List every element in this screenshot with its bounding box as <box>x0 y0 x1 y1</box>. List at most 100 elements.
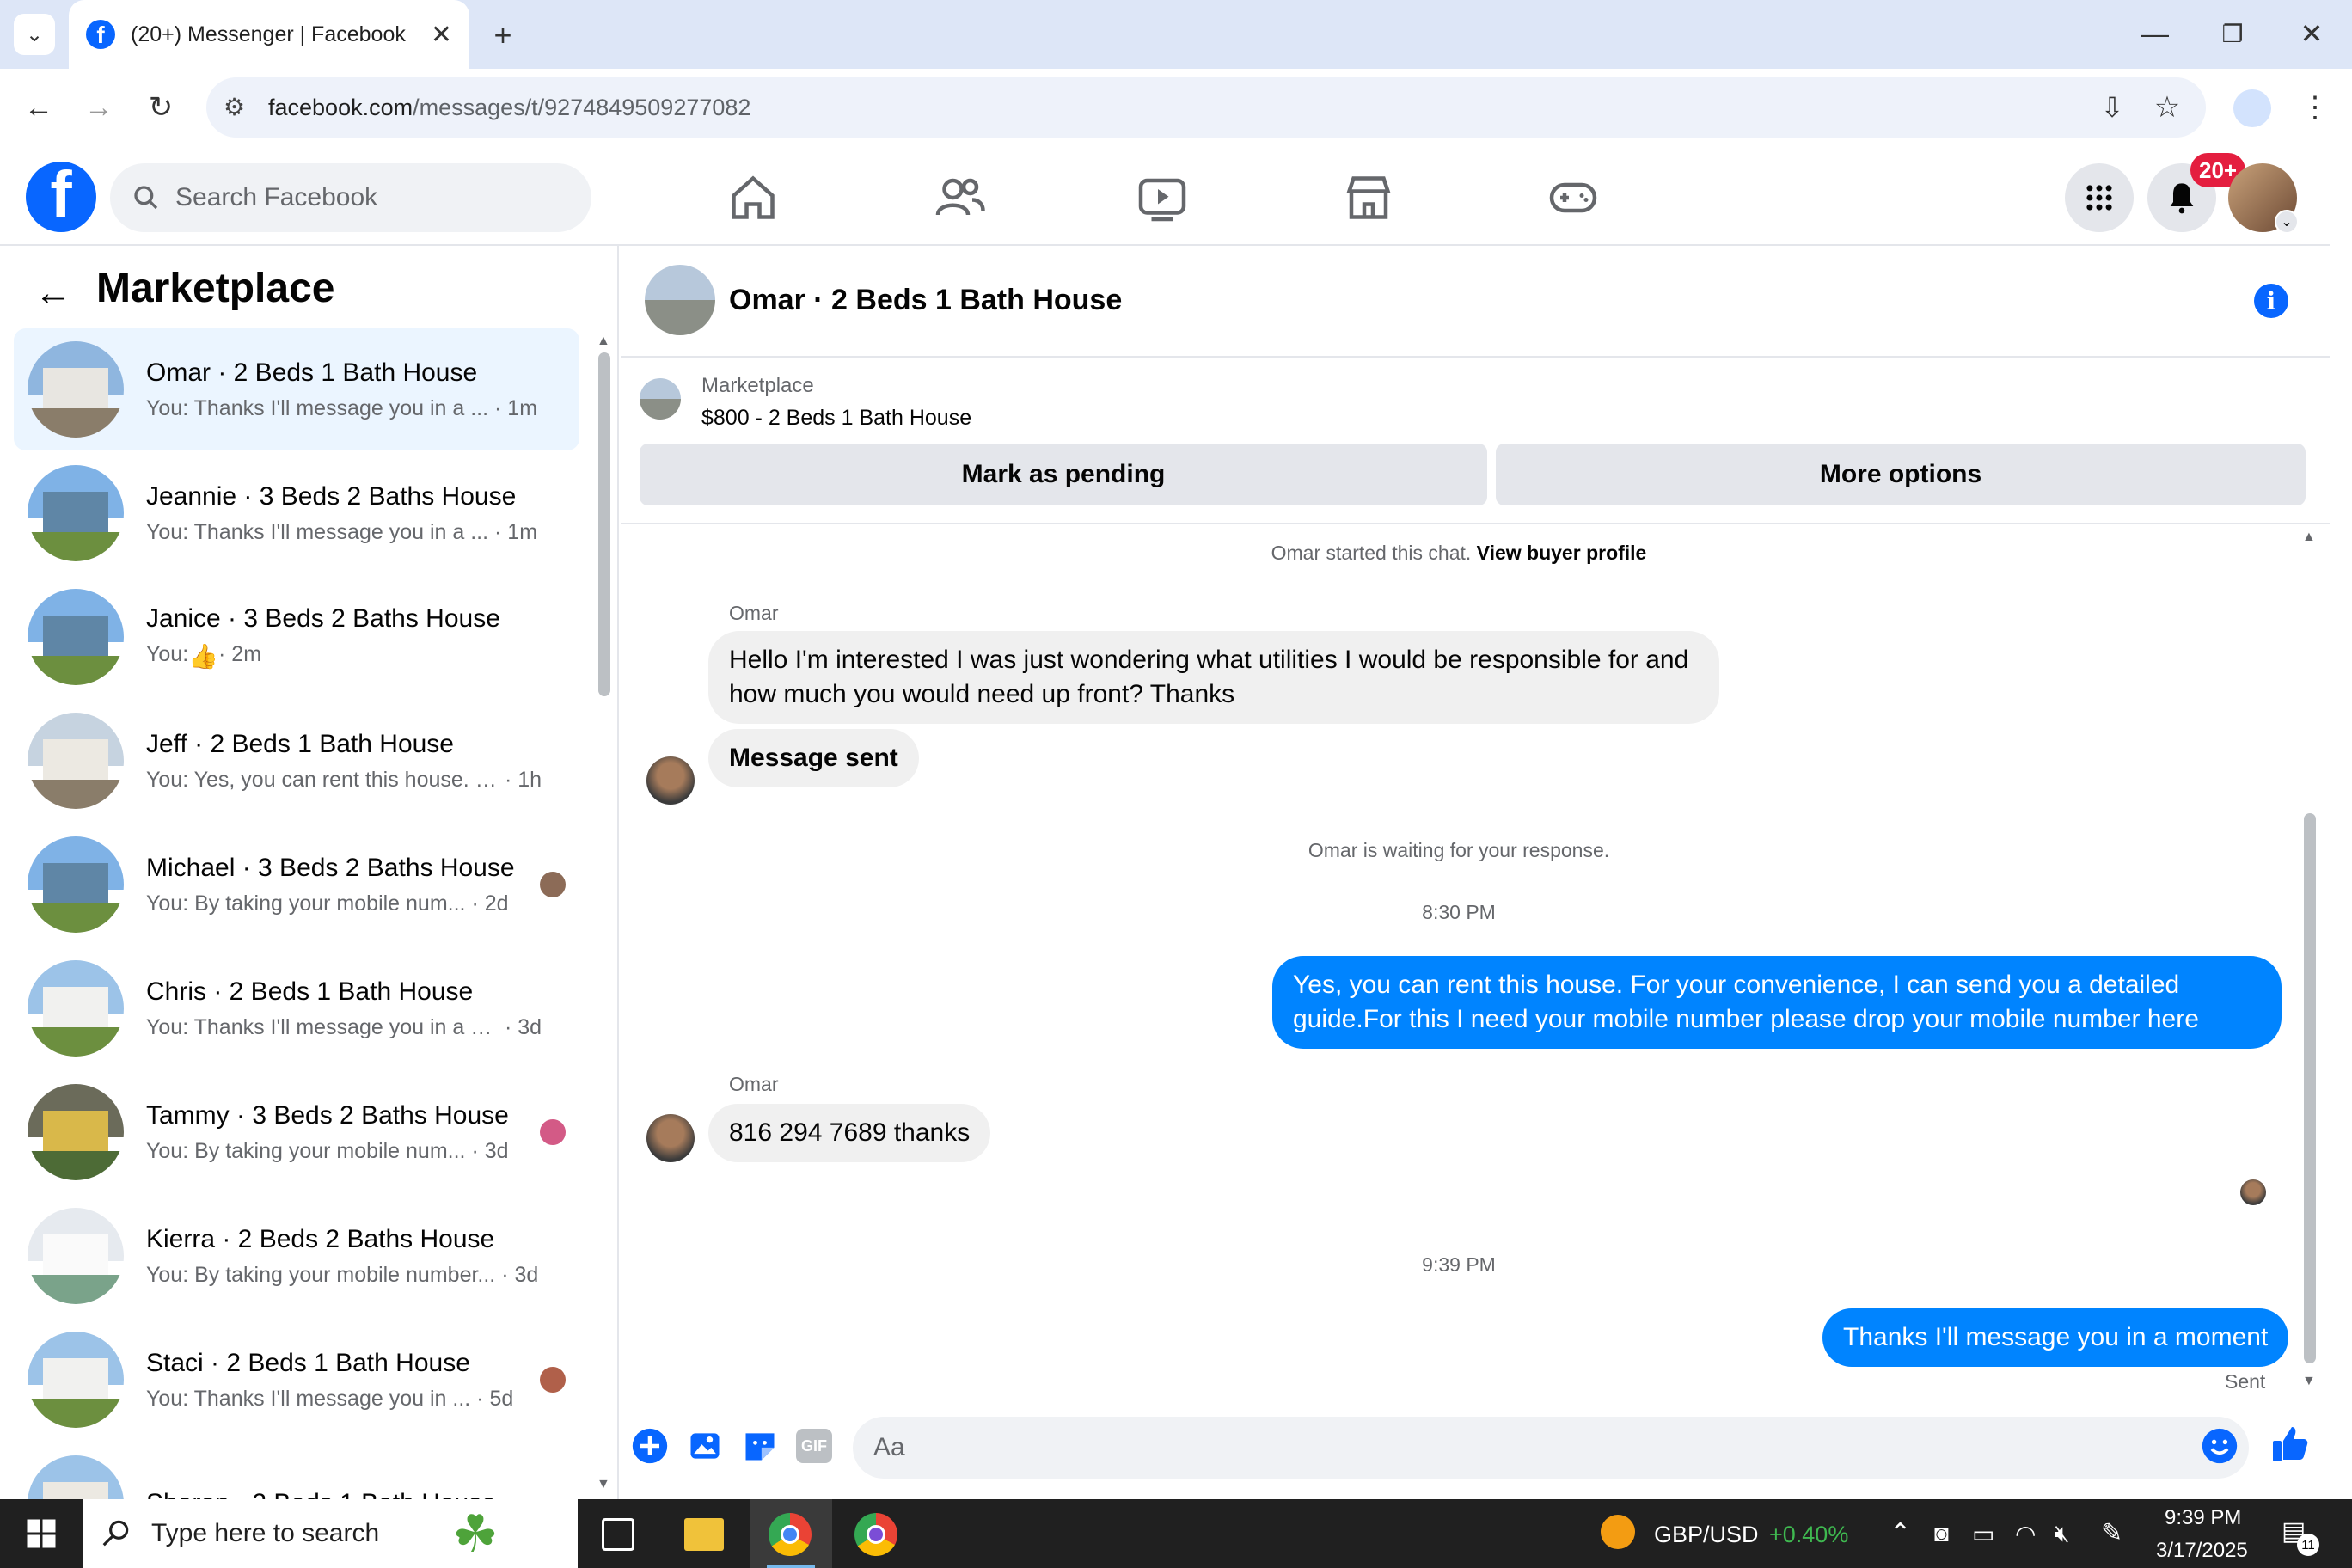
minimize-window-button[interactable]: — <box>2134 12 2177 55</box>
plus-circle-icon[interactable] <box>631 1427 669 1465</box>
restore-window-button[interactable]: ❐ <box>2211 12 2254 55</box>
conversation-item[interactable]: Tammy · 3 Beds 2 Baths House You: By tak… <box>14 1071 579 1193</box>
incoming-message[interactable]: 816 294 7689 thanks <box>708 1104 991 1162</box>
conversation-preview: You: Yes, you can rent this house. F... <box>146 767 499 792</box>
conversation-name: Jeannie · 3 Beds 2 Baths House <box>146 481 517 511</box>
taskbar-chrome-active[interactable] <box>750 1499 832 1568</box>
conversation-time: · 1m <box>494 519 538 544</box>
home-icon[interactable] <box>727 172 779 224</box>
conversation-name: Tammy · 3 Beds 2 Baths House <box>146 1100 509 1130</box>
facebook-logo-icon[interactable]: f <box>26 162 96 232</box>
task-view-icon[interactable] <box>602 1518 634 1551</box>
site-info-icon[interactable]: ⚙ <box>224 93 245 121</box>
profile-icon[interactable] <box>2233 89 2271 127</box>
conversation-item[interactable]: Sharon · 2 Beds 1 Bath House <box>14 1442 579 1499</box>
thumbs-up-icon: 👍 <box>188 642 219 670</box>
tab-search-icon[interactable]: ⌄ <box>14 14 55 55</box>
conversation-item[interactable]: Jeannie · 3 Beds 2 Baths House You: Than… <box>14 452 579 574</box>
taskbar-search-input[interactable]: Type here to search ☘ <box>83 1499 578 1568</box>
marketplace-icon[interactable] <box>1343 172 1394 224</box>
bookmark-star-icon[interactable]: ☆ <box>2146 86 2189 129</box>
friends-icon[interactable] <box>934 172 985 224</box>
facebook-search-input[interactable]: Search Facebook <box>110 163 591 232</box>
back-arrow-icon[interactable]: ← <box>34 272 72 315</box>
sticker-icon[interactable] <box>741 1427 779 1465</box>
conversation-list-scrollbar[interactable] <box>598 352 610 696</box>
browser-tab-messenger[interactable]: f (20+) Messenger | Facebook ✕ <box>69 0 469 69</box>
windows-start-icon[interactable] <box>26 1518 57 1549</box>
conversation-name: Omar · 2 Beds 1 Bath House <box>146 358 478 387</box>
info-icon[interactable]: i <box>2254 284 2288 318</box>
timestamp: 9:39 PM <box>1422 1253 1496 1276</box>
conversation-item[interactable]: Jeff · 2 Beds 1 Bath House You: Yes, you… <box>14 700 579 822</box>
sender-avatar[interactable] <box>646 756 695 805</box>
listing-price[interactable]: $800 - 2 Beds 1 Bath House <box>701 406 971 431</box>
chrome-center-icon <box>781 1525 799 1544</box>
show-hidden-icons-chevron-up-icon[interactable]: ⌃ <box>1890 1518 1911 1548</box>
message-input-placeholder: Aa <box>873 1433 905 1461</box>
outgoing-message[interactable]: Yes, you can rent this house. For your c… <box>1272 956 2282 1049</box>
more-options-button[interactable]: More options <box>1496 444 2306 505</box>
battery-icon[interactable]: ▭ <box>1972 1520 1994 1548</box>
incoming-message[interactable]: Hello I'm interested I was just wonderin… <box>708 631 1719 724</box>
url-host: facebook.com <box>268 94 413 120</box>
conversation-preview: You: Thanks I'll message you in ... <box>146 1386 471 1411</box>
listing-thumbnail <box>28 1332 124 1428</box>
conversation-item[interactable]: Michael · 3 Beds 2 Baths House You: By t… <box>14 824 579 946</box>
account-chevron-down-icon[interactable]: ⌄ <box>2275 210 2299 234</box>
chat-scroll-down-icon[interactable]: ▼ <box>2302 1374 2316 1389</box>
emoji-icon[interactable] <box>2201 1427 2239 1465</box>
taskbar-search-placeholder: Type here to search <box>151 1519 380 1547</box>
menu-grid-button[interactable] <box>2065 163 2134 232</box>
conversation-item[interactable]: Kierra · 2 Beds 2 Baths House You: By ta… <box>14 1195 579 1317</box>
sender-avatar[interactable] <box>646 1114 695 1162</box>
pen-icon[interactable]: ✎ <box>2101 1518 2122 1548</box>
conversation-item[interactable]: Omar · 2 Beds 1 Bath House You: Thanks I… <box>14 328 579 450</box>
conversation-time: · 3d <box>501 1262 539 1287</box>
new-tab-button[interactable]: + <box>481 14 524 57</box>
gif-icon[interactable]: GIF <box>796 1429 832 1463</box>
conversation-preview: You: Thanks I'll message you in a m... <box>146 1014 499 1039</box>
address-bar[interactable]: ⚙ facebook.com/messages/t/92748495092770… <box>206 77 2206 138</box>
incoming-message[interactable]: Message sent <box>708 729 919 787</box>
mark-as-pending-button[interactable]: Mark as pending <box>640 444 1487 505</box>
wifi-icon[interactable]: ◠ <box>2015 1520 2036 1548</box>
chat-title[interactable]: Omar · 2 Beds 1 Bath House <box>729 284 1122 317</box>
file-explorer-icon[interactable] <box>684 1518 724 1551</box>
gaming-icon[interactable] <box>1547 172 1599 224</box>
thumbs-up-send-icon[interactable] <box>2269 1424 2311 1465</box>
video-icon[interactable] <box>1136 172 1188 224</box>
listing-avatar <box>640 378 681 420</box>
volume-muted-icon[interactable]: 🔇︎ <box>2055 1520 2070 1548</box>
chat-scroll-up-icon[interactable]: ▲ <box>2302 530 2316 545</box>
scroll-down-icon[interactable]: ▼ <box>597 1477 610 1492</box>
conversation-item[interactable]: Janice · 3 Beds 2 Baths House You: 👍 · 2m <box>14 576 579 698</box>
clock-date[interactable]: 3/17/2025 <box>2156 1539 2248 1563</box>
scroll-up-icon[interactable]: ▲ <box>597 334 610 349</box>
forward-icon[interactable]: → <box>77 86 120 129</box>
waiting-notice: Omar is waiting for your response. <box>1308 839 1610 861</box>
install-app-icon[interactable]: ⇩ <box>2091 86 2134 129</box>
conversation-item[interactable]: Chris · 2 Beds 1 Bath House You: Thanks … <box>14 947 579 1069</box>
listing-label: Marketplace <box>701 374 814 397</box>
reload-icon[interactable]: ↻ <box>139 86 182 129</box>
browser-menu-icon[interactable]: ⋮ <box>2294 86 2337 129</box>
close-tab-icon[interactable]: ✕ <box>431 20 452 50</box>
divider <box>621 523 2330 524</box>
ticker-name[interactable]: GBP/USD <box>1654 1522 1759 1548</box>
close-window-button[interactable]: ✕ <box>2290 12 2333 55</box>
outgoing-message[interactable]: Thanks I'll message you in a moment <box>1822 1308 2289 1367</box>
photo-icon[interactable] <box>686 1427 724 1465</box>
chat-listing-avatar[interactable] <box>645 265 715 335</box>
listing-thumbnail <box>28 1455 124 1499</box>
conversation-item[interactable]: Staci · 2 Beds 1 Bath House You: Thanks … <box>14 1319 579 1441</box>
conversation-time: · 2d <box>471 891 509 916</box>
conversation-time: · 3d <box>471 1138 509 1163</box>
view-buyer-profile-link[interactable]: View buyer profile <box>1477 542 1647 564</box>
back-icon[interactable]: ← <box>17 86 60 129</box>
chat-scrollbar[interactable] <box>2304 813 2316 1363</box>
meet-icon[interactable]: ◙ <box>1934 1520 1949 1547</box>
clock-time[interactable]: 9:39 PM <box>2165 1506 2241 1530</box>
message-input[interactable]: Aa <box>853 1417 2249 1479</box>
marketplace-conversation-list: Omar · 2 Beds 1 Bath House You: Thanks I… <box>0 246 619 1499</box>
